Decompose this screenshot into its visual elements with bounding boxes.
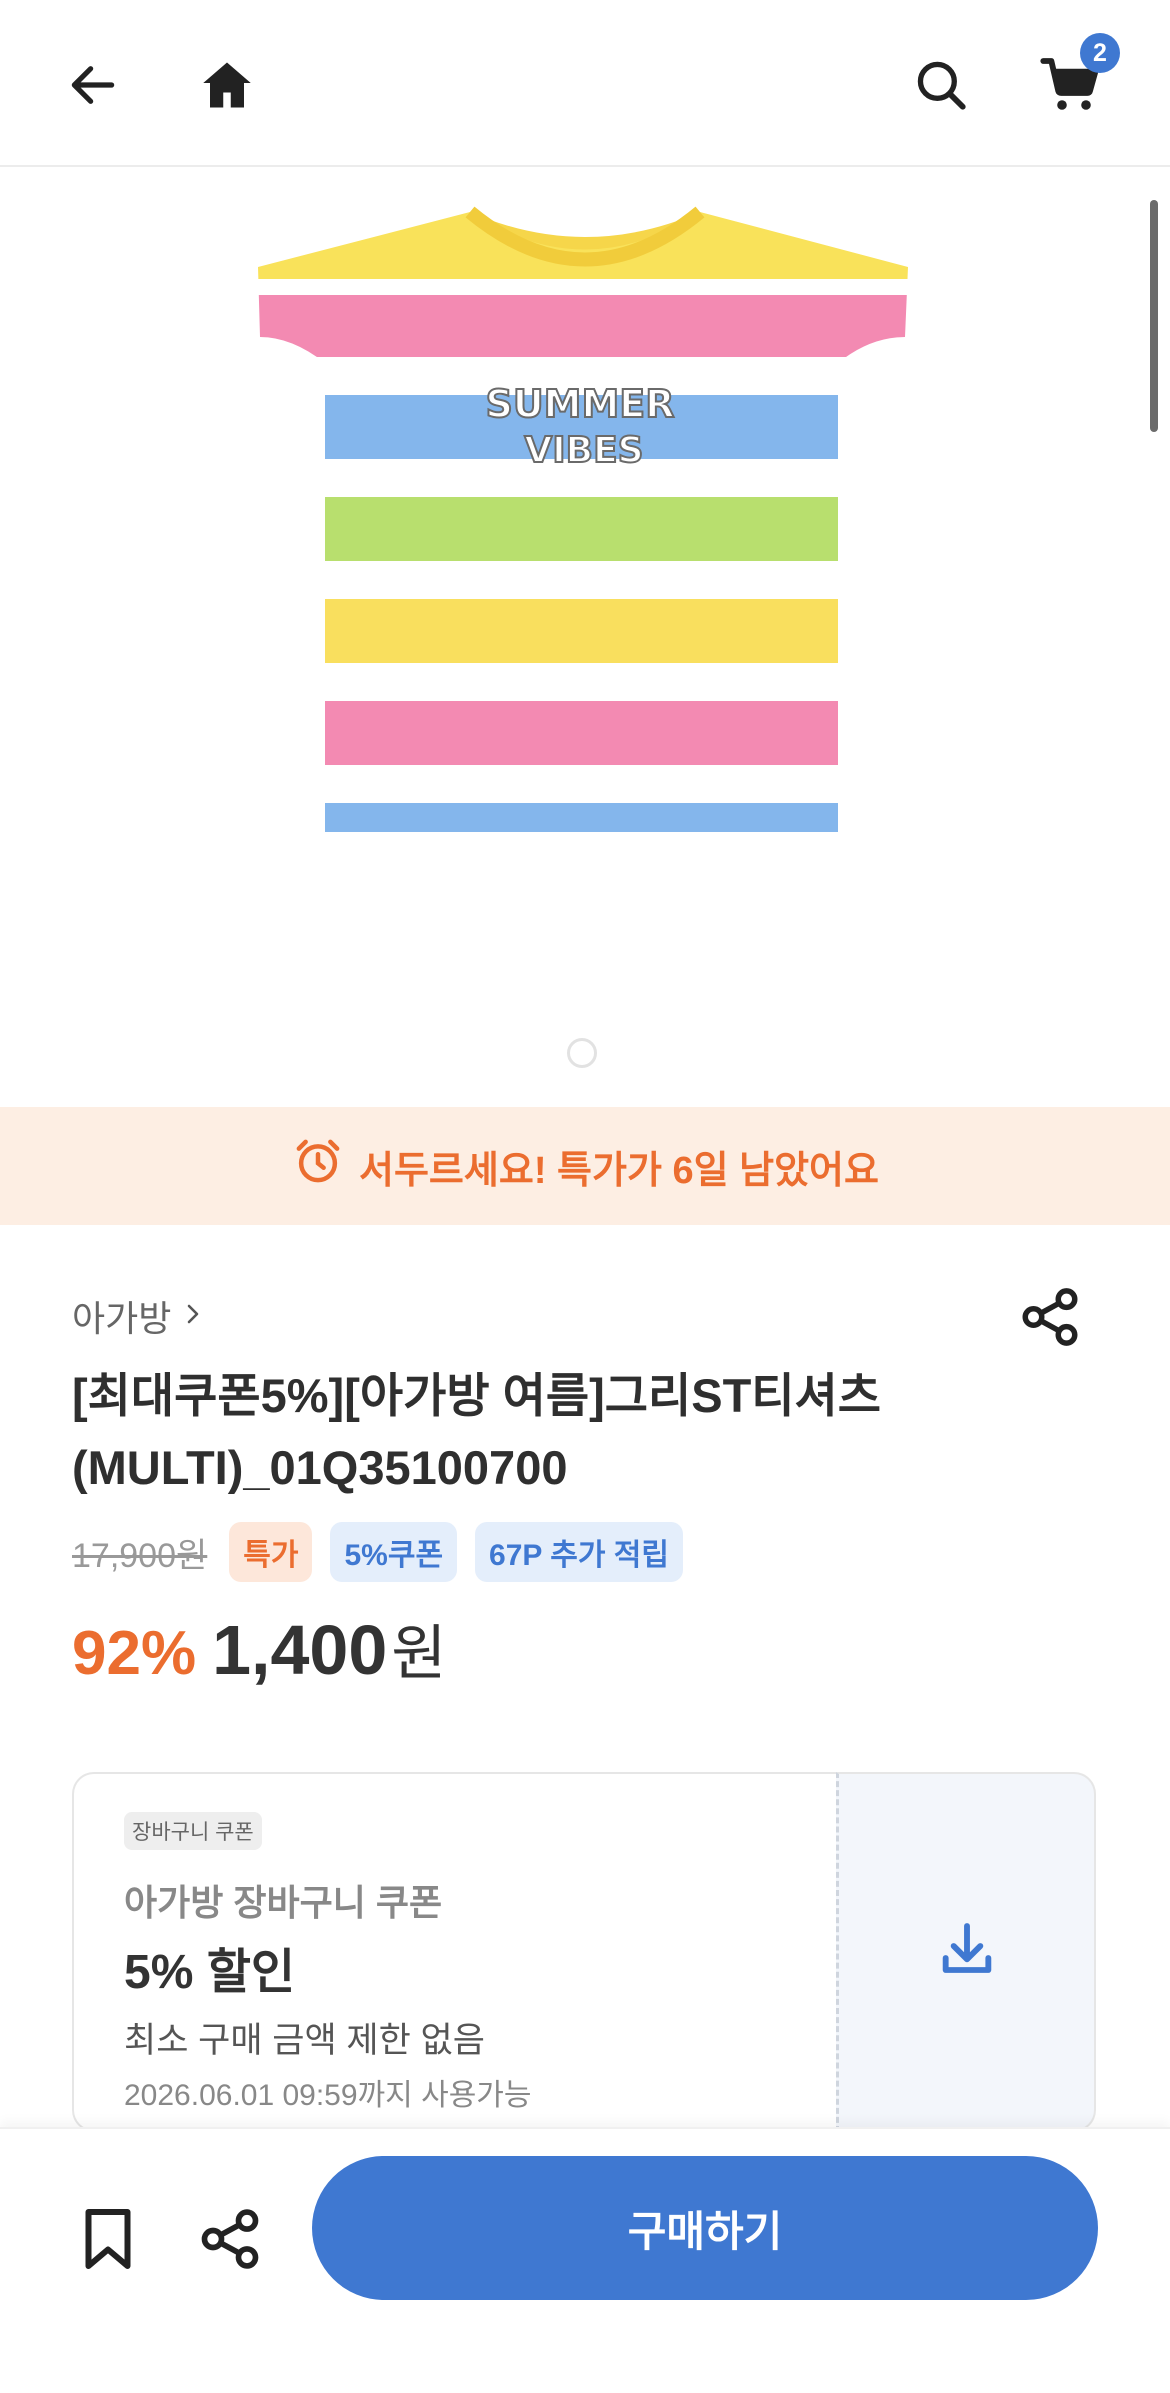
coupon-card: 장바구니 쿠폰 아가방 장바구니 쿠폰 5% 할인 최소 구매 금액 제한 없음…: [72, 1772, 1096, 2132]
points-badge: 67P 추가 적립: [475, 1522, 683, 1582]
sale-price: 1,400: [212, 1611, 388, 1689]
coupon-download-button[interactable]: [836, 1772, 1096, 2132]
original-price: 17,900원: [72, 1536, 208, 1575]
coupon-expiry: 2026.06.01 09:59까지 사용가능: [124, 2079, 532, 2112]
product-title-line1: [최대쿠폰5%][아가방 여름]그리ST티셔츠: [72, 1369, 882, 1422]
discount-rate: 92%: [72, 1619, 197, 1688]
coupon-discount: 5% 할인: [124, 1946, 296, 1999]
urgency-text: 서두르세요! 특가가 6일 남았어요: [359, 1149, 879, 1192]
coupon-name: 아가방 장바구니 쿠폰: [124, 1882, 443, 1923]
price-tags-row: 17,900원 특가 5%쿠폰 67P 추가 적립: [72, 1522, 683, 1582]
product-image: SUMMER VIBES: [258, 206, 908, 832]
bookmark-icon[interactable]: [68, 2199, 148, 2279]
chevron-right-icon: [181, 1295, 205, 1337]
coupon-condition: 최소 구매 금액 제한 없음: [124, 2021, 485, 2060]
download-icon: [935, 1918, 999, 1987]
back-arrow-icon[interactable]: [58, 50, 128, 120]
product-title: [최대쿠폰5%][아가방 여름]그리ST티셔츠 (MULTI)_01Q35100…: [72, 1360, 1012, 1504]
bottom-action-bar: 구매하기: [0, 2127, 1170, 2393]
currency-unit: 원: [391, 1620, 447, 1687]
cart-count-badge: 2: [1080, 33, 1120, 73]
brand-name: 아가방: [72, 1298, 172, 1339]
coupon-info: 장바구니 쿠폰 아가방 장바구니 쿠폰 5% 할인 최소 구매 금액 제한 없음…: [72, 1772, 836, 2132]
page-scrollbar[interactable]: [1150, 200, 1158, 432]
brand-link[interactable]: 아가방: [72, 1290, 205, 1342]
buy-button[interactable]: 구매하기: [312, 2156, 1098, 2300]
sale-price-row: 92% 1,400 원: [72, 1605, 446, 1692]
urgency-banner: 서두르세요! 특가가 6일 남았어요: [0, 1107, 1170, 1225]
share-icon[interactable]: [190, 2199, 270, 2279]
image-text-summer: SUMMER: [485, 382, 674, 426]
coupon-type-badge: 장바구니 쿠폰: [124, 1812, 262, 1850]
image-text-vibes: VIBES: [524, 430, 643, 471]
product-image-area[interactable]: SUMMER VIBES: [0, 167, 1170, 1107]
top-header: 2: [0, 0, 1170, 167]
image-pagination-dot[interactable]: [567, 1038, 597, 1068]
search-icon[interactable]: [906, 50, 976, 120]
alarm-clock-icon: [291, 1134, 345, 1198]
share-icon[interactable]: [1015, 1282, 1085, 1352]
home-icon[interactable]: [192, 50, 262, 120]
product-title-line2: (MULTI)_01Q35100700: [72, 1441, 568, 1494]
special-sale-badge: 특가: [229, 1522, 313, 1582]
coupon-badge: 5%쿠폰: [330, 1522, 458, 1582]
